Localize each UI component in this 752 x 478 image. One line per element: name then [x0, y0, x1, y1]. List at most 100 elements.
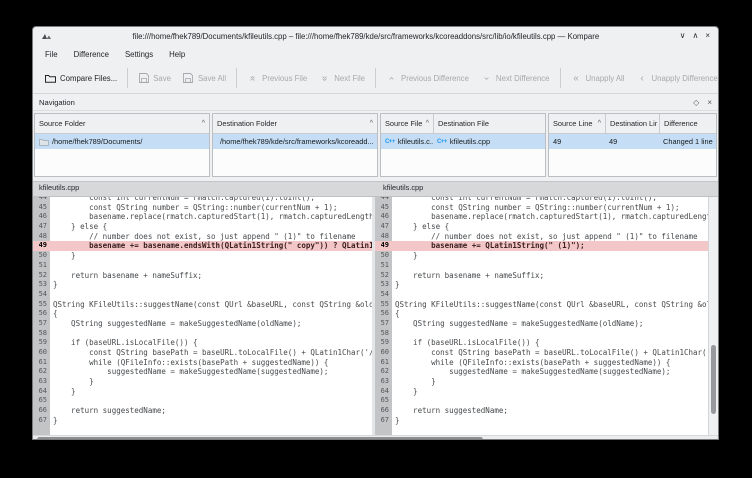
- toolbar-button-previous-difference[interactable]: ‹ Previous Difference: [380, 69, 475, 88]
- column-label: Source Line: [553, 119, 592, 128]
- destination-file-column-header[interactable]: Destination File: [433, 114, 545, 133]
- line-text: const QString number = QString::number(c…: [50, 203, 372, 213]
- toolbar-separator: [236, 68, 237, 88]
- chevron-left-icon: ‹: [637, 73, 648, 84]
- diff-line: 67}: [375, 416, 708, 426]
- source-folder-header[interactable]: Source Folder ^: [35, 114, 209, 134]
- diff-line: 58: [375, 329, 708, 339]
- toolbar-button-compare-files[interactable]: Compare Files...: [39, 69, 123, 88]
- cpp-file-icon: C++: [437, 139, 447, 145]
- line-number: 52: [33, 271, 50, 281]
- shade-window-icon[interactable]: ∨: [680, 31, 686, 41]
- line-number: 63: [375, 377, 392, 387]
- toolbar-button-unapply-all[interactable]: «Unapply All: [565, 69, 631, 88]
- line-number: 66: [375, 406, 392, 416]
- toolbar-button-label: Previous Difference: [401, 74, 469, 83]
- diff-line: 46 basename.replace(rmatch.capturedStart…: [33, 212, 372, 222]
- toolbar-button-save-all[interactable]: Save All: [177, 69, 232, 88]
- toolbar-button-next-file[interactable]: «Next File: [313, 69, 371, 88]
- float-dock-icon[interactable]: ◇: [693, 98, 699, 107]
- diff-line-changed: 49 basename += QLatin1String(" (1)");: [375, 241, 708, 251]
- destination-code: 44 const int currentNum = rmatch.capture…: [375, 197, 708, 435]
- source-code: 44 const int currentNum = rmatch.capture…: [33, 197, 372, 435]
- line-text: [50, 290, 372, 300]
- line-number: 55: [375, 300, 392, 310]
- sort-ascending-icon: ^: [199, 120, 205, 127]
- line-text: return suggestedName;: [50, 406, 372, 416]
- line-text: }: [50, 251, 372, 261]
- source-pane-title: kfileutils.cpp: [39, 183, 79, 192]
- toolbar-button-previous-file[interactable]: «Previous File: [241, 69, 313, 88]
- horizontal-scrollbar-thumb[interactable]: [37, 437, 483, 440]
- maximize-window-icon[interactable]: ∧: [692, 31, 698, 41]
- diff-line: 60 const QString basePath = baseURL.toLo…: [375, 348, 708, 358]
- line-text: return suggestedName;: [392, 406, 708, 416]
- line-number: 61: [375, 358, 392, 368]
- diff-line: [375, 426, 708, 436]
- line-number: 64: [375, 387, 392, 397]
- diff-line: 54: [33, 290, 372, 300]
- line-number: 48: [33, 232, 50, 242]
- difference-column-header[interactable]: Difference: [659, 114, 716, 133]
- save-all-icon: [183, 73, 194, 84]
- line-number: 54: [375, 290, 392, 300]
- line-text: } else {: [392, 222, 708, 232]
- line-text: suggestedName = makeSuggestedName(sugges…: [392, 367, 708, 377]
- line-text: // number does not exist, so just append…: [392, 232, 708, 242]
- column-label: Difference: [664, 119, 698, 128]
- diff-line: 57 QString suggestedName = makeSuggested…: [375, 319, 708, 329]
- diff-line: 55QString KFileUtils::suggestName(const …: [375, 300, 708, 310]
- toolbar-button-unapply-difference[interactable]: ‹Unapply Difference: [631, 69, 719, 88]
- line-text: }: [50, 280, 372, 290]
- table-row[interactable]: /home/fhek789/Documents/: [35, 134, 209, 149]
- menu-difference[interactable]: Difference: [66, 48, 117, 61]
- line-number: 51: [33, 261, 50, 271]
- destination-diff-pane[interactable]: 44 const int currentNum = rmatch.capture…: [375, 197, 708, 435]
- line-number: 59: [33, 338, 50, 348]
- destination-folder-header[interactable]: Destination Folder ^: [213, 114, 377, 134]
- source-file-column-header[interactable]: Source File ^: [381, 114, 433, 133]
- line-text: {: [50, 309, 372, 319]
- chevron-up-icon: ‹: [386, 73, 397, 84]
- toolbar-button-label: Save: [153, 74, 171, 83]
- line-number: 62: [33, 367, 50, 377]
- line-number: 58: [375, 329, 392, 339]
- toolbar-button-save[interactable]: Save: [132, 69, 177, 88]
- close-dock-icon[interactable]: ×: [707, 98, 712, 107]
- source-file-name: kfileutils.c...: [398, 137, 433, 146]
- lines-panel: Source Line ^ Destination Lir Difference…: [548, 113, 717, 177]
- table-row[interactable]: 49 49 Changed 1 line: [549, 134, 716, 149]
- toolbar-button-next-difference[interactable]: ‹Next Difference: [475, 69, 556, 88]
- line-number: [33, 426, 50, 436]
- files-panel: Source File ^ Destination File C++ kfile…: [380, 113, 546, 177]
- table-row[interactable]: C++ kfileutils.c... C++ kfileutils.cpp: [381, 134, 545, 149]
- line-text: const QString basePath = baseURL.toLocal…: [392, 348, 708, 358]
- diff-body: 44 const int currentNum = rmatch.capture…: [33, 197, 718, 435]
- menu-help[interactable]: Help: [161, 48, 193, 61]
- source-line-column-header[interactable]: Source Line ^: [549, 114, 605, 133]
- destination-file-name: kfileutils.cpp: [450, 137, 490, 146]
- line-number: 50: [33, 251, 50, 261]
- diff-line-changed: 49 basename += basename.endsWith(QLatin1…: [33, 241, 372, 251]
- table-row[interactable]: /home/fhek789/kde/src/frameworks/kcoread…: [213, 134, 377, 149]
- line-text: } else {: [50, 222, 372, 232]
- line-text: }: [392, 387, 708, 397]
- menu-settings[interactable]: Settings: [117, 48, 161, 61]
- menu-file[interactable]: File: [37, 48, 66, 61]
- diff-line: 59 if (baseURL.isLocalFile()) {: [375, 338, 708, 348]
- line-number: 60: [375, 348, 392, 358]
- line-number: 49: [375, 241, 392, 251]
- vertical-scrollbar-thumb[interactable]: [711, 345, 716, 414]
- destination-line-column-header[interactable]: Destination Lir: [605, 114, 659, 133]
- horizontal-scrollbar[interactable]: [33, 435, 718, 440]
- line-number: 53: [375, 280, 392, 290]
- line-text: QString KFileUtils::suggestName(const QU…: [392, 300, 708, 310]
- desktop-background: file:///home/fhek789/Documents/kfileutil…: [0, 0, 752, 478]
- vertical-scrollbar[interactable]: [708, 197, 718, 435]
- line-text: return basename + nameSuffix;: [50, 271, 372, 281]
- source-diff-pane[interactable]: 44 const int currentNum = rmatch.capture…: [33, 197, 372, 435]
- cpp-file-icon: C++: [385, 139, 395, 145]
- diff-line: 50 }: [375, 251, 708, 261]
- source-folder-panel: Source Folder ^ /home/fhek789/Documents/: [34, 113, 210, 177]
- close-window-icon[interactable]: ×: [705, 31, 710, 41]
